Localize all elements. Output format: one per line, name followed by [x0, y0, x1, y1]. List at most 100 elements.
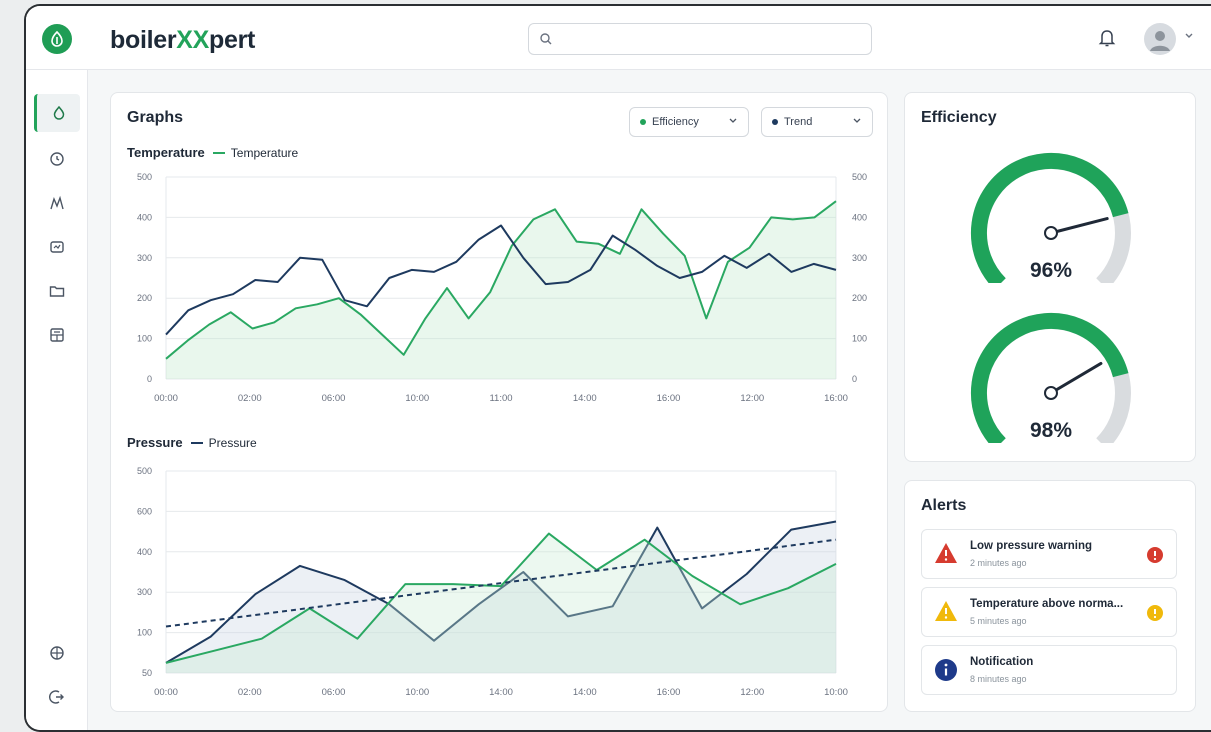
x-tick-label: 10:00 [405, 393, 429, 404]
y-tick-label: 0 [147, 374, 152, 384]
error-badge-icon [1147, 547, 1163, 563]
y-tick-label: 600 [137, 506, 152, 516]
search-icon [540, 33, 552, 45]
sidebar-item-analytics[interactable] [34, 184, 80, 222]
brand-suffix: pert [209, 26, 256, 54]
gauge-2-value: 98% [1029, 419, 1073, 442]
x-tick-label: 10:00 [405, 687, 429, 698]
sidebar [26, 70, 88, 730]
y-tick-label: 500 [137, 172, 152, 182]
alert-title: Notification [970, 656, 1034, 668]
home-icon [53, 105, 64, 120]
sidebar-item-monitor[interactable] [34, 140, 80, 178]
alert-item-warning[interactable]: Temperature above norma... 5 minutes ago [921, 587, 1177, 637]
y-tick-label: 200 [137, 293, 152, 303]
alert-title: Low pressure warning [970, 540, 1093, 552]
error-triangle-icon [935, 543, 957, 563]
app-window: boilerXXpert Graphs Efficiency Trend Tem… [24, 4, 1211, 732]
y-right-tick-label: 300 [852, 253, 867, 263]
alert-time: 2 minutes ago [970, 558, 1027, 568]
info-icon [935, 659, 957, 681]
sidebar-item-dashboard[interactable] [34, 316, 80, 354]
temperature-legend: Temperature Temperature [127, 145, 298, 160]
x-tick-label: 14:00 [573, 687, 597, 698]
y-right-tick-label: 400 [852, 212, 867, 222]
logout-icon [49, 690, 64, 704]
brand-prefix: boiler [110, 26, 177, 54]
green-dot-icon [640, 119, 646, 125]
user-avatar[interactable] [1144, 23, 1176, 55]
sidebar-item-files[interactable] [34, 272, 80, 310]
sidebar-item-reports[interactable] [34, 228, 80, 266]
temperature-legend-series: Temperature [230, 145, 299, 160]
top-bar: boilerXXpert [26, 6, 1211, 70]
gauge-needle [1049, 217, 1109, 235]
alert-item-info[interactable]: Notification 8 minutes ago [921, 645, 1177, 695]
x-tick-label: 12:00 [740, 393, 764, 404]
y-right-tick-label: 200 [852, 293, 867, 303]
help-globe-icon [50, 646, 64, 660]
legend-line-green [212, 151, 225, 154]
y-tick-label: 500 [137, 466, 152, 476]
x-tick-label: 14:00 [489, 687, 513, 698]
temperature-chart: 50040030020010005004003002001000Pressure… [137, 172, 867, 404]
chevron-down-icon [729, 118, 737, 123]
notification-bell-icon[interactable] [1098, 28, 1116, 48]
gauge-needle [1049, 361, 1103, 395]
y-tick-label: 400 [137, 212, 152, 222]
chart-box-icon [50, 241, 64, 253]
grid-icon [50, 328, 64, 342]
x-tick-label: 12:00 [740, 687, 764, 698]
y-tick-label: 400 [137, 547, 152, 557]
sidebar-item-help[interactable] [34, 634, 80, 672]
temperature-legend-title: Temperature [127, 145, 205, 160]
graphs-card: Graphs Efficiency Trend Temperature Temp… [110, 92, 888, 712]
clock-icon [50, 152, 64, 166]
x-tick-label: 02:00 [238, 393, 262, 404]
alert-item-error[interactable]: Low pressure warning 2 minutes ago [921, 529, 1177, 579]
efficiency-dropdown[interactable]: Efficiency [629, 107, 749, 137]
efficiency-card: Efficiency 96% 98% [904, 92, 1196, 462]
trend-dropdown[interactable]: Trend [761, 107, 873, 137]
x-tick-label: 10:00 [824, 687, 848, 698]
pressure-legend-title: Pressure [127, 435, 183, 450]
x-tick-label: 16:00 [657, 393, 681, 404]
series-area [166, 201, 836, 379]
x-tick-label: 00:00 [154, 687, 178, 698]
y-tick-label: 300 [137, 587, 152, 597]
brand-accent: XX [176, 26, 210, 54]
alerts-title: Alerts [921, 497, 967, 514]
trend-dropdown-label: Trend [784, 116, 813, 128]
chevron-down-icon[interactable] [1184, 32, 1194, 40]
y-tick-label: 300 [137, 253, 152, 263]
logo-icon[interactable] [42, 24, 72, 54]
alert-time: 5 minutes ago [970, 616, 1027, 626]
x-tick-label: 06:00 [322, 687, 346, 698]
alert-time: 8 minutes ago [970, 674, 1027, 684]
x-tick-label: 16:00 [657, 687, 681, 698]
chevron-down-icon [853, 118, 861, 123]
x-tick-label: 14:00 [573, 393, 597, 404]
y-right-tick-label: 0 [852, 374, 857, 384]
efficiency-title: Efficiency [921, 109, 997, 126]
analytics-icon [50, 195, 64, 210]
x-tick-label: 06:00 [322, 393, 346, 404]
x-tick-label: 00:00 [154, 393, 178, 404]
gauge-hub [1044, 386, 1058, 400]
alert-title: Temperature above norma... [970, 598, 1124, 610]
graphs-title: Graphs [127, 109, 184, 126]
y-tick-label: 50 [142, 668, 152, 678]
navy-dot-icon [772, 119, 778, 125]
gauge-1-value: 96% [1029, 259, 1073, 282]
x-tick-label: 16:00 [824, 393, 848, 404]
warning-triangle-icon [935, 601, 957, 621]
y-tick-label: 100 [137, 628, 152, 638]
pressure-legend-series: Pressure [208, 435, 257, 450]
sidebar-item-logout[interactable] [34, 678, 80, 716]
sidebar-item-home[interactable] [34, 94, 80, 132]
pressure-chart: 500 600 400 300 100 5000:00 02:00 06:00 10:00 14:… [137, 466, 848, 698]
search-input[interactable] [528, 23, 872, 55]
y-right-tick-label: 500 [852, 172, 867, 182]
y-right-tick-label: 100 [852, 334, 867, 344]
warning-badge-icon [1147, 605, 1163, 621]
